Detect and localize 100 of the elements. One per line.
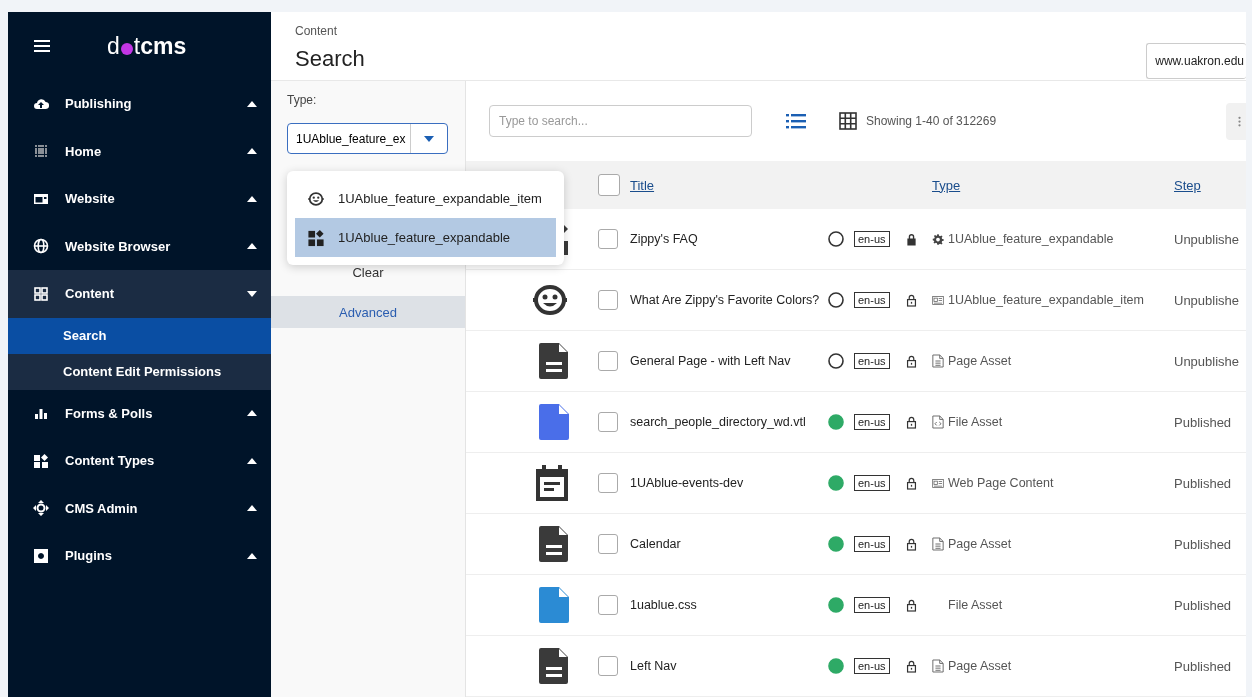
table-cell-text: Published [1174,658,1233,674]
table-cell: 1UAblue_feature_expandable_item [948,293,1144,307]
clear-button[interactable]: Clear [346,264,390,281]
checkbox[interactable] [598,595,618,615]
checkbox[interactable] [598,656,618,676]
nav-subitem[interactable]: Content Edit Permissions [8,353,271,390]
caret-icon [247,290,257,297]
table-cell[interactable]: 1uablue.css [630,598,828,612]
language-tag: en-us [854,597,890,613]
breadcrumb[interactable]: Content [295,24,365,38]
nav-item[interactable]: Content Types [8,437,271,485]
checkbox[interactable] [598,290,618,310]
language-tag: en-us [854,536,890,552]
logo-text: t [133,34,141,58]
cross-arrows-icon [33,500,49,517]
caret-icon [247,243,257,250]
nav-item[interactable]: Content [8,270,271,318]
nav-item[interactable]: Home [8,127,271,175]
page-icon [932,537,944,551]
menu-icon[interactable] [34,39,50,53]
table-cell[interactable]: Zippy's FAQ [630,232,828,246]
nav-item[interactable]: Website [8,175,271,223]
face-icon [307,189,325,208]
nav-item[interactable]: Plugins [8,532,271,580]
table-cell: Web Page Content [948,476,1054,490]
logo-text: cms [140,34,187,58]
nav-item[interactable]: Website Browser [8,222,271,270]
language-tag: en-us [854,292,890,308]
table-cell-text: Unpublishe [1174,231,1241,247]
checkbox[interactable] [598,534,618,554]
nav-subitem[interactable]: Search [8,317,271,354]
language-tag: en-us [854,414,890,430]
logo-text: d [107,34,120,58]
caret-icon [247,100,257,107]
nav-item[interactable]: Forms & Polls [8,389,271,437]
language-tag: en-us [854,658,890,674]
site-selector[interactable]: www.uakron.edu [1146,43,1246,79]
caret-icon [247,457,257,464]
table-cell: Page Asset [948,354,1012,368]
table-cell-text: Unpublishe [1174,292,1241,308]
table-cell[interactable]: 1UAblue-events-dev [630,476,828,490]
checkbox[interactable] [598,412,618,432]
code-file-icon [932,415,944,429]
table-cell[interactable]: search_people_directory_wd.vtl [630,415,828,429]
language-tag: en-us [854,475,890,491]
search-field[interactable]: Type to search... [489,105,752,137]
table-cell-text: Published [1174,475,1233,491]
table-cell[interactable]: Calendar [630,537,828,551]
caret-icon [247,148,257,155]
dropdown-option[interactable]: 1UAblue_feature_expandable [295,218,556,257]
grid-icon [33,285,49,302]
table-cell-text: Published [1174,536,1233,552]
checkbox[interactable] [598,229,618,249]
result-count: Showing 1-40 of 312269 [866,114,997,128]
column-header[interactable]: Type [932,177,1174,193]
checkbox[interactable] [598,174,620,196]
language-tag: en-us [854,231,890,247]
list-view-icon[interactable] [786,113,806,129]
caret-icon [247,505,257,512]
caret-icon [247,410,257,417]
caret-icon [247,552,257,559]
table-cell[interactable]: Left Nav [630,659,828,673]
table-cell: File Asset [948,598,1003,612]
document-icon [538,646,570,686]
column-header[interactable]: Step [1174,177,1246,193]
nav-item[interactable]: Publishing [8,80,271,128]
table-cell-text: Unpublishe [1174,353,1241,369]
table-cell[interactable]: What Are Zippy's Favorite Colors? [630,293,828,307]
grid-view-icon[interactable] [839,112,857,130]
globe-icon [33,238,49,255]
blocks-icon [307,228,325,247]
caret-icon [247,195,257,202]
document-icon [538,524,570,564]
checkbox[interactable] [598,473,618,493]
dot-grid-icon [33,143,49,160]
page-title: Search [295,46,365,72]
table-cell: File Asset [948,415,1003,429]
kebab-icon [1238,115,1241,127]
newspaper-icon [932,476,944,490]
column-header[interactable]: Title [630,177,828,193]
page-icon [932,659,944,673]
field-label: Type: [287,93,318,107]
gear-icon [932,232,944,246]
table-cell: Page Asset [948,537,1012,551]
dropdown-option[interactable]: 1UAblue_feature_expandable_item [295,179,556,218]
logo-dot-icon [120,42,133,55]
page-icon [932,354,944,368]
blocks-icon [33,452,49,469]
advanced-button[interactable]: Advanced [271,296,465,328]
checkbox[interactable] [598,351,618,371]
nav-item[interactable]: CMS Admin [8,484,271,532]
table-cell: Page Asset [948,659,1012,673]
document-icon [538,341,570,381]
table-cell: 1UAblue_feature_expandable [948,232,1114,246]
type-dropdown[interactable]: 1UAblue_feature_ex [287,123,448,154]
language-tag: en-us [854,353,890,369]
newspaper-icon [932,293,944,307]
table-cell-text: Published [1174,597,1233,613]
calendar-icon [534,463,570,503]
table-cell[interactable]: General Page - with Left Nav [630,354,828,368]
